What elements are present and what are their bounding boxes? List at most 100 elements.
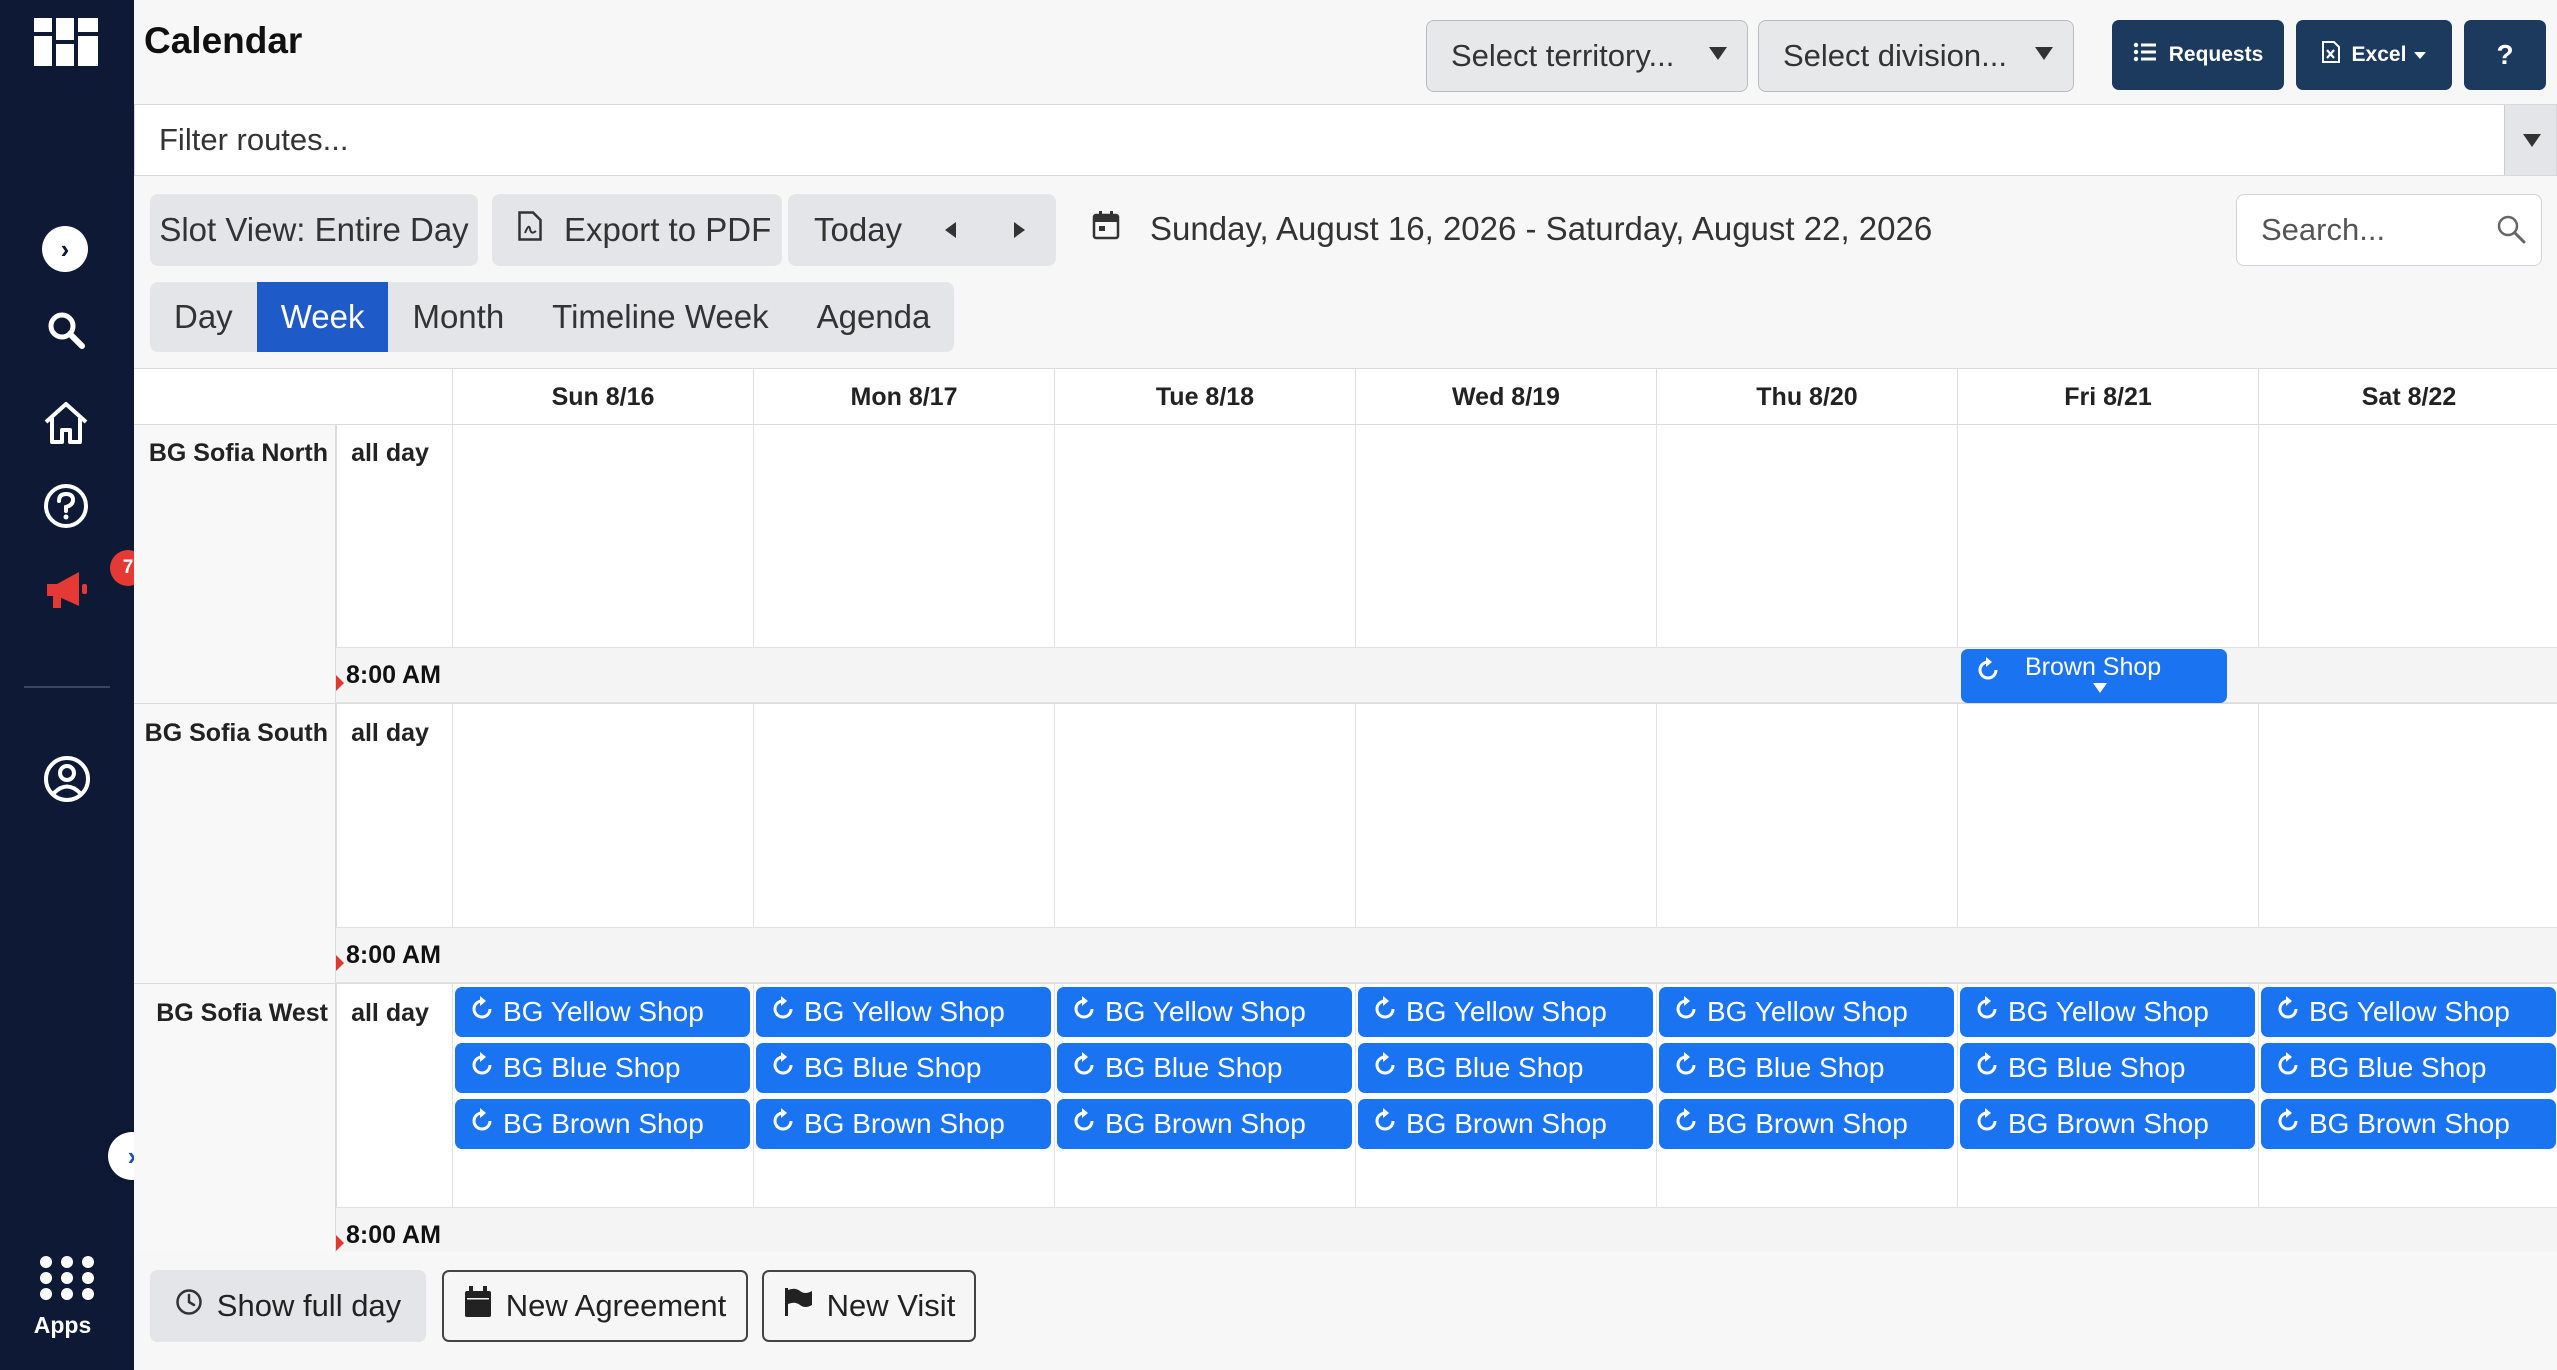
recurring-icon bbox=[2275, 1107, 2301, 1141]
calendar-event[interactable]: BG Brown Shop bbox=[455, 1099, 750, 1149]
event-title: BG Brown Shop bbox=[1406, 1108, 1607, 1139]
event-title: BG Blue Shop bbox=[1406, 1052, 1584, 1083]
search-icon[interactable] bbox=[40, 304, 92, 356]
calendar-event[interactable]: BG Brown Shop bbox=[1960, 1099, 2255, 1149]
recurring-icon bbox=[469, 1051, 495, 1085]
today-button[interactable]: Today bbox=[814, 211, 902, 249]
help-circle-icon[interactable] bbox=[38, 478, 94, 534]
calendar-event[interactable]: BG Yellow Shop bbox=[1659, 987, 1954, 1037]
caret-down-icon bbox=[1709, 47, 1727, 60]
division-select[interactable]: Select division... bbox=[1758, 20, 2074, 92]
recurring-icon bbox=[2275, 1051, 2301, 1085]
day-header[interactable]: Sun 8/16 bbox=[452, 369, 753, 425]
event-title: BG Brown Shop bbox=[2309, 1108, 2510, 1139]
calendar-event[interactable]: BG Blue Shop bbox=[1358, 1043, 1653, 1093]
filter-routes-field[interactable]: Filter routes... bbox=[134, 104, 2557, 176]
tab-agenda[interactable]: Agenda bbox=[793, 282, 955, 352]
user-circle-icon[interactable] bbox=[38, 750, 96, 808]
calendar-event[interactable]: BG Brown Shop bbox=[2261, 1099, 2556, 1149]
calendar-event[interactable]: BG Blue Shop bbox=[1659, 1043, 1954, 1093]
recurring-icon bbox=[469, 995, 495, 1029]
day-column-line bbox=[753, 425, 754, 1252]
day-column-line bbox=[452, 425, 453, 1252]
calendar-event[interactable]: BG Blue Shop bbox=[756, 1043, 1051, 1093]
new-agreement-button[interactable]: New Agreement bbox=[442, 1270, 748, 1342]
tab-month[interactable]: Month bbox=[388, 282, 528, 352]
calendar-event[interactable]: BG Blue Shop bbox=[1057, 1043, 1352, 1093]
calendar-event[interactable]: BG Yellow Shop bbox=[455, 987, 750, 1037]
event-title: BG Yellow Shop bbox=[1406, 996, 1607, 1027]
event-title: BG Yellow Shop bbox=[1707, 996, 1908, 1027]
calendar-event[interactable]: BG Brown Shop bbox=[1659, 1099, 1954, 1149]
recurring-icon bbox=[1071, 1051, 1097, 1085]
recurring-icon bbox=[1974, 995, 2000, 1029]
day-column-line bbox=[1054, 425, 1055, 1252]
day-header[interactable]: Mon 8/17 bbox=[753, 369, 1054, 425]
calendar-event[interactable]: Brown Shop bbox=[1961, 649, 2227, 703]
excel-button[interactable]: Excel bbox=[2296, 20, 2452, 90]
event-title: BG Brown Shop bbox=[503, 1108, 704, 1139]
time-label: 8:00 AM bbox=[346, 941, 441, 969]
calendar-event[interactable]: BG Blue Shop bbox=[2261, 1043, 2556, 1093]
calendar-event[interactable]: BG Yellow Shop bbox=[1960, 987, 2255, 1037]
time-marker-icon bbox=[336, 1235, 344, 1251]
show-full-day-button[interactable]: Show full day bbox=[150, 1270, 426, 1342]
excel-file-icon bbox=[2321, 41, 2340, 69]
requests-button[interactable]: Requests bbox=[2112, 20, 2284, 90]
tab-day[interactable]: Day bbox=[150, 282, 257, 352]
megaphone-icon[interactable] bbox=[38, 562, 94, 618]
apps-label[interactable]: Apps bbox=[0, 1312, 125, 1339]
resource-label: BG Sofia North bbox=[148, 439, 328, 467]
tab-timeline-week[interactable]: Timeline Week bbox=[528, 282, 792, 352]
help-button[interactable]: ? bbox=[2464, 20, 2546, 90]
export-pdf-button[interactable]: Export to PDF bbox=[492, 194, 782, 266]
recurring-icon bbox=[1974, 1051, 2000, 1085]
event-title: BG Blue Shop bbox=[804, 1052, 982, 1083]
grid-logo-icon[interactable] bbox=[34, 18, 100, 66]
day-header[interactable]: Wed 8/19 bbox=[1355, 369, 1656, 425]
calendar-event[interactable]: BG Blue Shop bbox=[455, 1043, 750, 1093]
day-header[interactable]: Sat 8/22 bbox=[2258, 369, 2557, 425]
calendar-event[interactable]: BG Blue Shop bbox=[1960, 1043, 2255, 1093]
all-day-label: all day bbox=[351, 439, 429, 467]
event-title: Brown Shop bbox=[2025, 653, 2162, 681]
date-range-text: Sunday, August 16, 2026 - Saturday, Augu… bbox=[1150, 210, 1933, 247]
calendar-event[interactable]: BG Yellow Shop bbox=[1057, 987, 1352, 1037]
filter-routes-input[interactable]: Filter routes... bbox=[159, 105, 349, 175]
day-column-line bbox=[1355, 425, 1356, 1252]
day-header[interactable]: Tue 8/18 bbox=[1054, 369, 1355, 425]
calendar-event[interactable]: BG Brown Shop bbox=[756, 1099, 1051, 1149]
home-icon[interactable] bbox=[38, 396, 94, 450]
event-title: BG Blue Shop bbox=[1707, 1052, 1885, 1083]
view-tabs: Day Week Month Timeline Week Agenda bbox=[150, 282, 955, 352]
territory-select[interactable]: Select territory... bbox=[1426, 20, 1748, 92]
search-input[interactable]: Search... bbox=[2236, 194, 2542, 266]
event-title: BG Brown Shop bbox=[1707, 1108, 1908, 1139]
calendar-event[interactable]: BG Brown Shop bbox=[1057, 1099, 1352, 1149]
chevron-right-icon: › bbox=[60, 233, 70, 264]
new-visit-button[interactable]: New Visit bbox=[762, 1270, 976, 1342]
day-header[interactable]: Thu 8/20 bbox=[1656, 369, 1957, 425]
slot-view-button[interactable]: Slot View: Entire Day bbox=[150, 194, 478, 266]
next-week-button[interactable] bbox=[1014, 222, 1025, 238]
calendar-event[interactable]: BG Yellow Shop bbox=[756, 987, 1051, 1037]
help-label: ? bbox=[2496, 39, 2514, 70]
day-header[interactable]: Fri 8/21 bbox=[1957, 369, 2258, 425]
recurring-icon bbox=[1071, 1107, 1097, 1141]
new-visit-label: New Visit bbox=[826, 1288, 956, 1323]
calendar-event[interactable]: BG Yellow Shop bbox=[1358, 987, 1653, 1037]
filter-dropdown-toggle[interactable] bbox=[2504, 105, 2556, 175]
time-slot-row[interactable] bbox=[336, 1207, 2557, 1252]
tab-week[interactable]: Week bbox=[256, 282, 389, 352]
search-placeholder: Search... bbox=[2261, 212, 2386, 247]
time-slot-row[interactable] bbox=[336, 927, 2557, 983]
day-column-line bbox=[2258, 425, 2259, 1252]
sidebar-expand-button[interactable]: › bbox=[42, 226, 88, 272]
calendar-event[interactable]: BG Yellow Shop bbox=[2261, 987, 2556, 1037]
calendar-event[interactable]: BG Brown Shop bbox=[1358, 1099, 1653, 1149]
resize-handle-icon[interactable] bbox=[2093, 683, 2107, 693]
previous-week-button[interactable] bbox=[945, 222, 956, 238]
event-title: BG Brown Shop bbox=[2008, 1108, 2209, 1139]
apps-grid-icon[interactable] bbox=[28, 1250, 106, 1306]
calendar-icon bbox=[464, 1286, 492, 1326]
